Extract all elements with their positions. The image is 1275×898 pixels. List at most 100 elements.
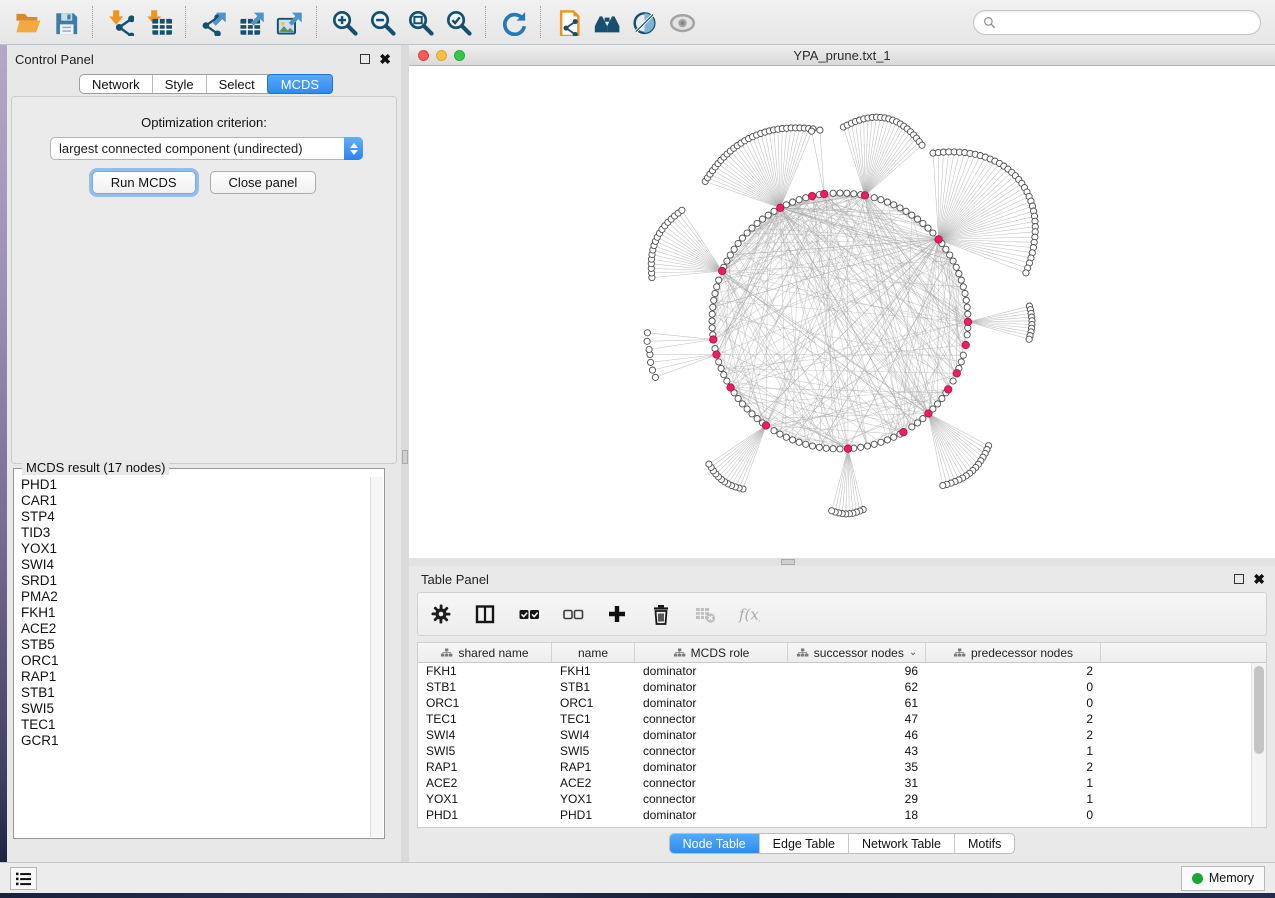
table-row[interactable]: FKH1FKH1dominator962: [418, 663, 1250, 679]
add-column-button[interactable]: [604, 601, 630, 627]
network-node[interactable]: [950, 378, 956, 384]
mcds-result-item[interactable]: SRD1: [21, 573, 370, 589]
mcds-network-node[interactable]: [953, 370, 960, 377]
table-row[interactable]: RAP1RAP1dominator352: [418, 759, 1250, 775]
network-node[interactable]: [935, 401, 941, 407]
run-mcds-button[interactable]: Run MCDS: [92, 171, 196, 194]
search-input[interactable]: [1001, 15, 1252, 29]
tab-edge-table[interactable]: Edge Table: [760, 834, 849, 853]
network-node[interactable]: [939, 395, 945, 401]
network-node[interactable]: [744, 230, 750, 236]
network-node[interactable]: [960, 284, 966, 290]
network-node[interactable]: [947, 252, 953, 258]
network-node[interactable]: [817, 127, 823, 133]
zoom-fit-button[interactable]: [401, 3, 439, 41]
table-scrollbar[interactable]: [1251, 663, 1266, 827]
mcds-network-node[interactable]: [844, 445, 851, 452]
network-node[interactable]: [759, 216, 765, 222]
network-node[interactable]: [652, 374, 658, 380]
mcds-result-item[interactable]: STB1: [21, 685, 370, 701]
zoom-out-button[interactable]: [363, 3, 401, 41]
network-node[interactable]: [891, 434, 897, 440]
mcds-network-node[interactable]: [935, 236, 942, 243]
show-columns-button[interactable]: [472, 601, 498, 627]
tab-style[interactable]: Style: [153, 75, 207, 93]
table-row[interactable]: ACE2ACE2connector311: [418, 775, 1250, 791]
network-node[interactable]: [953, 264, 959, 270]
tab-mcds[interactable]: MCDS: [267, 74, 333, 94]
network-node[interactable]: [864, 443, 870, 449]
table-row[interactable]: ORC1ORC1dominator610: [418, 695, 1250, 711]
memory-button[interactable]: Memory: [1181, 866, 1265, 891]
zoom-selected-button[interactable]: [439, 3, 477, 41]
network-node[interactable]: [735, 395, 741, 401]
mcds-network-node[interactable]: [861, 192, 868, 199]
mcds-result-item[interactable]: STB5: [21, 637, 370, 653]
network-node[interactable]: [724, 258, 730, 264]
tab-motifs[interactable]: Motifs: [955, 834, 1014, 853]
task-history-button[interactable]: [10, 867, 37, 890]
network-node[interactable]: [914, 420, 920, 426]
network-node[interactable]: [649, 367, 655, 373]
network-node[interactable]: [891, 202, 897, 208]
mcds-result-item[interactable]: PMA2: [21, 589, 370, 605]
float-table-panel-icon[interactable]: [1234, 574, 1244, 584]
network-node[interactable]: [749, 225, 755, 231]
network-node[interactable]: [709, 318, 715, 324]
save-session-button[interactable]: [46, 3, 84, 41]
network-node[interactable]: [878, 197, 884, 203]
network-node[interactable]: [956, 271, 962, 277]
mcds-result-item[interactable]: YOX1: [21, 541, 370, 557]
network-node[interactable]: [718, 365, 724, 371]
table-row[interactable]: SWI4SWI4dominator462: [418, 727, 1250, 743]
network-node[interactable]: [679, 207, 685, 213]
network-node[interactable]: [731, 246, 737, 252]
network-node[interactable]: [919, 142, 925, 148]
network-node[interactable]: [735, 240, 741, 246]
network-node[interactable]: [920, 220, 926, 226]
table-row[interactable]: SWI5SWI5connector431: [418, 743, 1250, 759]
vertical-splitter-handle[interactable]: [402, 450, 408, 464]
network-node[interactable]: [803, 195, 809, 201]
table-row[interactable]: YOX1YOX1connector291: [418, 791, 1250, 807]
network-node[interactable]: [962, 290, 968, 296]
network-node[interactable]: [777, 431, 783, 437]
network-node[interactable]: [739, 235, 745, 241]
mcds-network-node[interactable]: [777, 204, 784, 211]
mcds-network-node[interactable]: [945, 386, 952, 393]
refresh-network-button[interactable]: [494, 3, 532, 41]
tab-network-table[interactable]: Network Table: [849, 834, 955, 853]
network-node[interactable]: [837, 446, 843, 452]
network-node[interactable]: [963, 297, 969, 303]
network-node[interactable]: [709, 311, 715, 317]
mcds-network-node[interactable]: [962, 341, 969, 348]
horizontal-splitter[interactable]: [409, 558, 1275, 566]
network-node[interactable]: [897, 205, 903, 211]
mcds-result-item[interactable]: ACE2: [21, 621, 370, 637]
network-node[interactable]: [721, 372, 727, 378]
network-node[interactable]: [765, 212, 771, 218]
mcds-network-node[interactable]: [727, 384, 734, 391]
close-table-panel-icon[interactable]: ✖: [1253, 574, 1265, 584]
network-node[interactable]: [884, 437, 890, 443]
network-node[interactable]: [809, 443, 815, 449]
column-header-name[interactable]: name: [552, 643, 635, 662]
network-node[interactable]: [830, 446, 836, 452]
mcds-network-node[interactable]: [808, 192, 815, 199]
network-node[interactable]: [739, 401, 745, 407]
network-node[interactable]: [796, 197, 802, 203]
network-node[interactable]: [909, 212, 915, 218]
network-node[interactable]: [914, 216, 920, 222]
network-node[interactable]: [803, 441, 809, 447]
mcds-result-item[interactable]: PHD1: [21, 477, 370, 493]
tab-node-table[interactable]: Node Table: [670, 834, 760, 853]
import-network-button[interactable]: [101, 3, 139, 41]
network-node[interactable]: [830, 190, 836, 196]
network-node[interactable]: [950, 258, 956, 264]
mcds-result-item[interactable]: CAR1: [21, 493, 370, 509]
open-file-button[interactable]: [8, 3, 46, 41]
network-node[interactable]: [744, 406, 750, 412]
mcds-result-item[interactable]: RAP1: [21, 669, 370, 685]
network-node[interactable]: [714, 284, 720, 290]
network-node[interactable]: [844, 190, 850, 196]
